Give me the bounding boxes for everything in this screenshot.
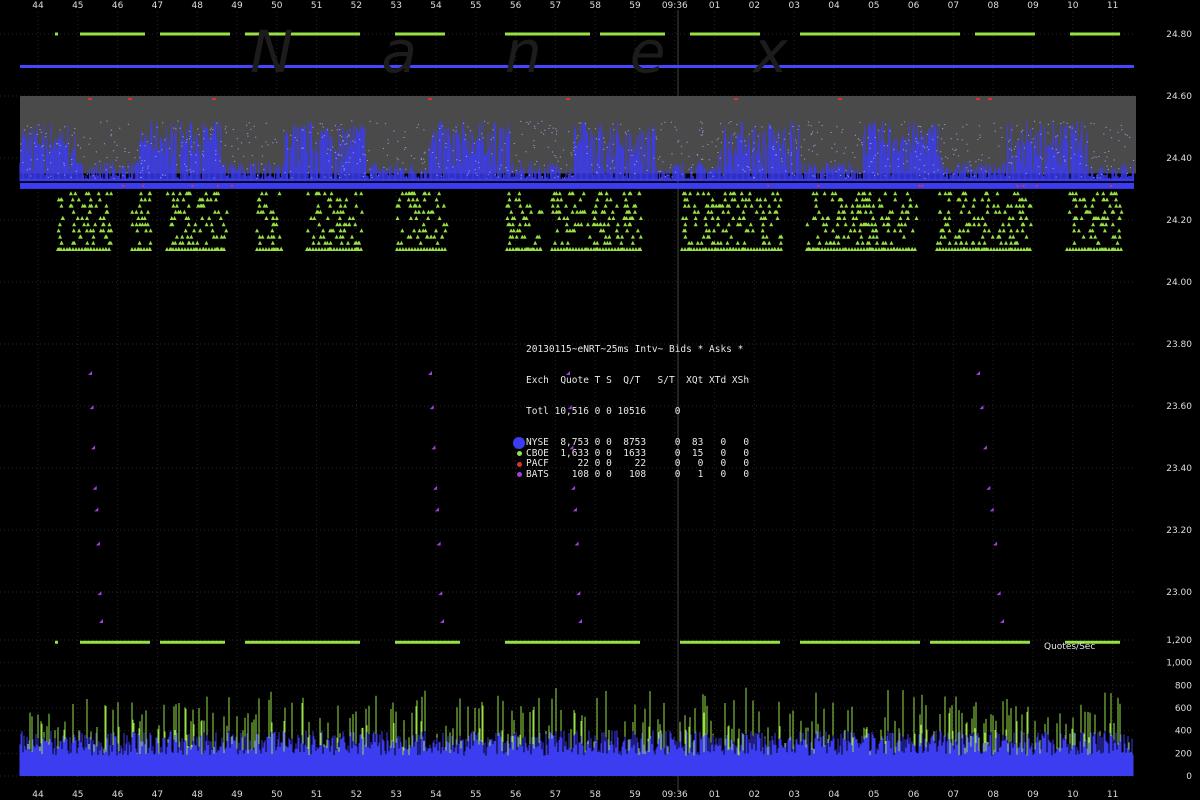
volume-tick-1: 1,000 [1166,659,1192,669]
best-bid-band [20,182,1134,189]
x-tick-top-23: 07 [948,1,959,11]
x-tick-bottom-20: 04 [828,790,840,800]
x-tick-top-12: 56 [510,1,522,11]
x-tick-bottom-17: 01 [709,790,720,800]
x-tick-bottom-12: 56 [510,790,522,800]
x-tick-bottom-1: 45 [72,790,83,800]
x-tick-bottom-16: 09:36 [662,790,688,800]
x-tick-top-10: 54 [430,1,442,11]
x-tick-bottom-2: 46 [112,790,124,800]
x-tick-top-17: 01 [709,1,720,11]
x-tick-top-4: 48 [191,1,203,11]
watermark: Nanex [250,18,876,86]
cboe-bid-triangles [56,191,1124,251]
x-tick-top-1: 45 [72,1,83,11]
x-tick-bottom-4: 48 [191,790,203,800]
x-tick-bottom-5: 49 [231,790,243,800]
legend-marker-icon [516,451,522,457]
x-tick-bottom-10: 54 [430,790,442,800]
volume-tick-5: 200 [1175,749,1192,759]
legend-row-bats: BATS 108 0 0 108 0 1 0 0 [512,468,750,480]
price-tick-7: 23.40 [1166,464,1192,474]
x-tick-top-16: 09:36 [662,1,688,11]
x-tick-bottom-22: 06 [908,790,920,800]
volume-tick-6: 0 [1186,772,1192,782]
legend-marker-icon [516,461,522,467]
price-tick-1: 24.60 [1166,92,1192,102]
x-tick-bottom-26: 10 [1067,790,1079,800]
x-tick-top-27: 11 [1107,1,1118,11]
x-tick-top-13: 57 [550,1,561,11]
x-tick-bottom-7: 51 [311,790,322,800]
x-tick-bottom-3: 47 [152,790,163,800]
legend-marker-icon [513,437,525,450]
x-tick-bottom-14: 58 [589,790,601,800]
x-tick-bottom-15: 59 [629,790,641,800]
x-tick-top-25: 09 [1027,1,1039,11]
x-tick-top-11: 55 [470,1,481,11]
volume-tick-0: 1,200 [1166,636,1192,646]
legend-row-text: CBOE 1,633 0 0 1633 0 15 0 0 [526,447,750,459]
price-tick-4: 24.00 [1166,278,1192,288]
x-tick-bottom-19: 03 [788,790,799,800]
x-tick-bottom-13: 57 [550,790,561,800]
volume-axis-label: Quotes/Sec [1044,642,1096,652]
x-tick-top-9: 53 [390,1,401,11]
x-tick-bottom-25: 09 [1027,790,1039,800]
legend: 20130115~eNRT~25ms Intv~ Bids * Asks * E… [512,324,749,491]
x-tick-bottom-9: 53 [390,790,401,800]
price-tick-2: 24.40 [1166,154,1192,164]
x-tick-bottom-23: 07 [948,790,959,800]
x-tick-bottom-6: 50 [271,790,283,800]
x-tick-bottom-27: 11 [1107,790,1118,800]
x-tick-top-8: 52 [351,1,362,11]
price-tick-0: 24.80 [1166,30,1192,40]
x-tick-top-24: 08 [987,1,999,11]
x-tick-top-19: 03 [788,1,799,11]
legend-marker-icon [516,472,522,478]
x-tick-top-3: 47 [152,1,163,11]
volume-tick-2: 800 [1175,681,1192,691]
legend-row-text: BATS 108 0 0 108 0 1 0 0 [526,468,750,480]
x-tick-top-21: 05 [868,1,879,11]
x-tick-top-26: 10 [1067,1,1079,11]
x-tick-bottom-11: 55 [470,790,481,800]
x-tick-top-15: 59 [629,1,641,11]
price-tick-6: 23.60 [1166,402,1192,412]
x-tick-top-20: 04 [828,1,840,11]
x-tick-top-2: 46 [112,1,124,11]
x-tick-top-22: 06 [908,1,920,11]
legend-row-text: NYSE 8,753 0 0 8753 0 83 0 0 [526,437,750,449]
x-tick-top-5: 49 [231,1,243,11]
legend-header: Exch Quote T S Q/T S/T XQt XTd XSh [526,375,750,387]
x-tick-top-18: 02 [749,1,760,11]
x-tick-top-7: 51 [311,1,322,11]
price-tick-5: 23.80 [1166,340,1192,350]
x-tick-bottom-24: 08 [987,790,999,800]
price-tick-3: 24.20 [1166,216,1192,226]
legend-row-text: PACF 22 0 0 22 0 0 0 0 [526,458,750,470]
price-tick-9: 23.00 [1166,588,1192,598]
x-tick-bottom-21: 05 [868,790,879,800]
x-tick-bottom-18: 02 [749,790,760,800]
x-tick-top-14: 58 [589,1,601,11]
volume-tick-3: 600 [1175,704,1192,714]
x-tick-top-6: 50 [271,1,283,11]
x-tick-bottom-0: 44 [32,790,44,800]
price-tick-8: 23.20 [1166,526,1192,536]
x-tick-top-0: 44 [32,1,44,11]
x-tick-bottom-8: 52 [351,790,362,800]
legend-total: Totl 10,516 0 0 10516 0 [526,406,681,418]
volume-tick-4: 400 [1175,727,1192,737]
legend-title: 20130115~eNRT~25ms Intv~ Bids * Asks * [526,343,744,355]
